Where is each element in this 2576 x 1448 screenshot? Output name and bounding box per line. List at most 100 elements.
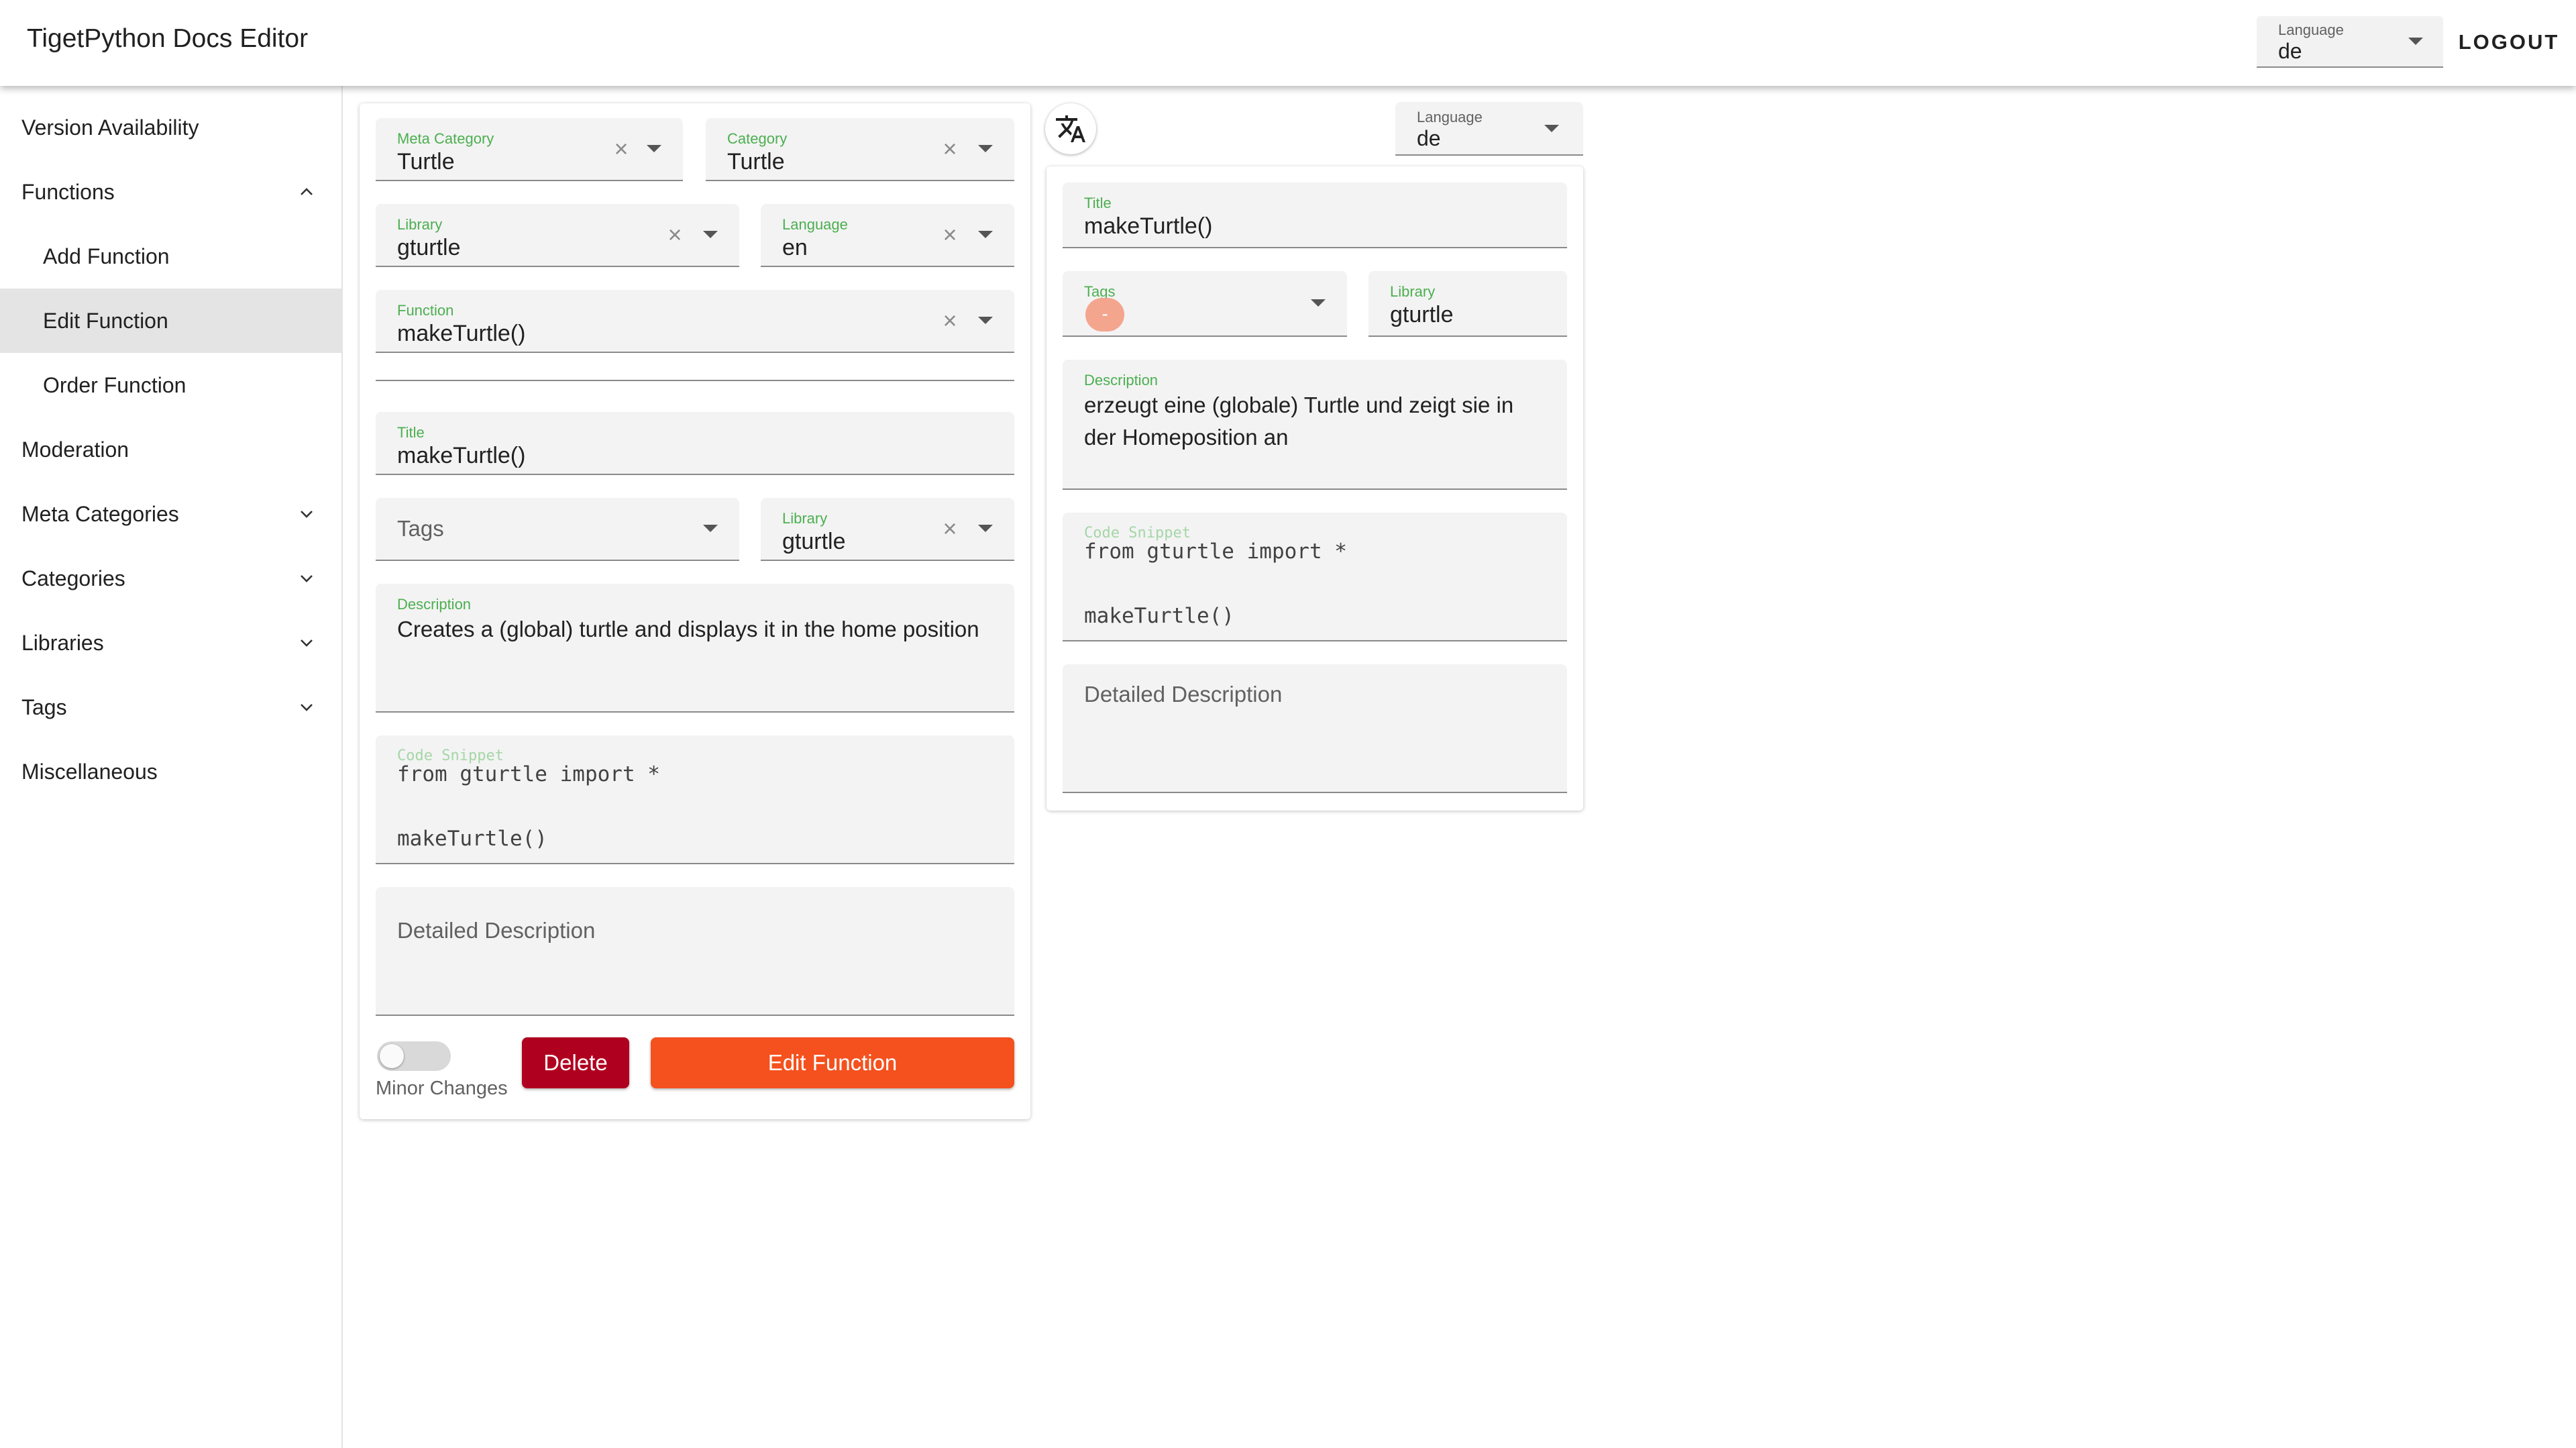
code-line: makeTurtle(): [397, 827, 547, 851]
sidebar: Version Availability Functions Add Funct…: [0, 86, 343, 1448]
header-language-value: de: [2278, 39, 2302, 63]
chevron-down-icon: [301, 704, 313, 711]
app-title: TigetPython Docs Editor: [27, 24, 309, 53]
tag-chip[interactable]: -: [1085, 298, 1124, 331]
tags-select[interactable]: Tags: [376, 498, 739, 561]
dropdown-arrow-icon[interactable]: [1311, 299, 1326, 307]
sidebar-item-label: Tags: [21, 695, 67, 719]
sidebar-item-label: Meta Categories: [21, 502, 179, 526]
field-label: Title: [397, 424, 425, 441]
title-input[interactable]: Title makeTurtle(): [376, 412, 1014, 475]
chevron-down-icon: [301, 639, 313, 647]
field-label: Language: [782, 216, 848, 233]
code-line: from gturtle import *: [397, 762, 660, 786]
header-language-label: Language: [2278, 21, 2344, 38]
translate-button[interactable]: [1045, 103, 1096, 154]
dropdown-arrow-icon[interactable]: [703, 525, 718, 532]
library-select[interactable]: Library gturtle ×: [761, 498, 1014, 561]
sidebar-item-label: Miscellaneous: [21, 760, 158, 784]
field-value: gturtle: [397, 235, 461, 260]
code-snippet-editor[interactable]: Code Snippet from gturtle import * makeT…: [376, 735, 1014, 864]
translation-language-select[interactable]: Language de: [1395, 102, 1583, 156]
field-value: gturtle: [782, 529, 846, 554]
sidebar-item-label: Add Function: [43, 244, 170, 268]
app-bar: TigetPython Docs Editor Language de LOGO…: [0, 0, 2576, 86]
dropdown-arrow-icon[interactable]: [647, 145, 661, 152]
logout-button[interactable]: LOGOUT: [2455, 25, 2563, 59]
toggle-knob[interactable]: [380, 1044, 404, 1068]
clear-icon[interactable]: ×: [938, 309, 962, 333]
clear-icon[interactable]: ×: [938, 517, 962, 541]
field-value: erzeugt eine (globale) Turtle und zeigt …: [1084, 393, 1514, 450]
dropdown-arrow-icon[interactable]: [978, 145, 993, 152]
dropdown-arrow-icon[interactable]: [703, 231, 718, 238]
field-value: makeTurtle(): [397, 321, 526, 346]
code-line: makeTurtle(): [1084, 604, 1234, 628]
detailed-description-textarea[interactable]: Detailed Description: [376, 887, 1014, 1016]
edit-function-button[interactable]: Edit Function: [651, 1037, 1014, 1088]
field-label: Title: [1084, 195, 1112, 211]
translation-title-input[interactable]: Title makeTurtle(): [1063, 183, 1567, 248]
field-label: Meta Category: [397, 130, 494, 147]
field-label: Library: [782, 510, 828, 527]
field-label: Description: [1084, 372, 1159, 389]
field-label: Function: [397, 302, 454, 319]
sidebar-item-label: Moderation: [21, 437, 129, 462]
sidebar-item-miscellaneous[interactable]: Miscellaneous: [0, 739, 341, 804]
sidebar-item-add-function[interactable]: Add Function: [0, 224, 341, 289]
description-textarea[interactable]: Description Creates a (global) turtle an…: [376, 584, 1014, 713]
category-select[interactable]: Category Turtle ×: [706, 118, 1014, 181]
sidebar-item-categories[interactable]: Categories: [0, 546, 341, 611]
translation-detailed-description-textarea[interactable]: Detailed Description: [1063, 664, 1567, 793]
translation-code-snippet-editor[interactable]: Code Snippet from gturtle import * makeT…: [1063, 513, 1567, 641]
field-value: makeTurtle(): [397, 443, 526, 468]
sidebar-item-moderation[interactable]: Moderation: [0, 417, 341, 482]
field-value: Creates a (global) turtle and displays i…: [397, 617, 979, 641]
library-filter-select[interactable]: Library gturtle ×: [376, 204, 739, 267]
sidebar-item-meta-categories[interactable]: Meta Categories: [0, 482, 341, 546]
header-language-select[interactable]: Language de: [2257, 16, 2443, 68]
sidebar-item-label: Edit Function: [43, 309, 168, 333]
sidebar-item-order-function[interactable]: Order Function: [0, 353, 341, 417]
translate-icon: [1056, 115, 1085, 142]
dropdown-arrow-icon[interactable]: [978, 317, 993, 324]
dropdown-arrow-icon[interactable]: [1544, 125, 1559, 132]
field-label: Description: [397, 596, 472, 613]
field-label: Library: [1390, 283, 1436, 300]
sidebar-item-functions[interactable]: Functions: [0, 160, 341, 224]
field-value: gturtle: [1390, 302, 1454, 327]
sidebar-item-label: Functions: [21, 180, 115, 204]
clear-icon[interactable]: ×: [609, 137, 633, 161]
clear-icon[interactable]: ×: [663, 223, 687, 247]
field-value: Turtle: [727, 149, 785, 174]
clear-icon[interactable]: ×: [938, 137, 962, 161]
field-placeholder: Tags: [397, 516, 444, 541]
minor-changes-label: Minor Changes: [376, 1078, 508, 1099]
chevron-down-icon: [301, 575, 313, 582]
divider: [376, 380, 1014, 381]
sidebar-item-label: Categories: [21, 566, 125, 590]
sidebar-item-label: Order Function: [43, 373, 186, 397]
sidebar-item-label: Libraries: [21, 631, 104, 655]
field-value: makeTurtle(): [1084, 213, 1213, 239]
field-value: de: [1417, 126, 1441, 150]
dropdown-arrow-icon[interactable]: [978, 231, 993, 238]
field-value: en: [782, 235, 808, 260]
dropdown-arrow-icon[interactable]: [978, 525, 993, 532]
field-placeholder: Detailed Description: [397, 918, 596, 943]
language-select[interactable]: Language en ×: [761, 204, 1014, 267]
function-select[interactable]: Function makeTurtle() ×: [376, 290, 1014, 353]
sidebar-item-tags[interactable]: Tags: [0, 675, 341, 739]
clear-icon[interactable]: ×: [938, 223, 962, 247]
meta-category-select[interactable]: Meta Category Turtle ×: [376, 118, 683, 181]
dropdown-arrow-icon: [2408, 38, 2423, 45]
field-label: Language: [1417, 109, 1483, 125]
chevron-up-icon: [301, 188, 313, 195]
sidebar-item-edit-function[interactable]: Edit Function: [0, 289, 341, 353]
sidebar-item-version-availability[interactable]: Version Availability: [0, 95, 341, 160]
field-label: Category: [727, 130, 788, 147]
translation-description-textarea[interactable]: Description erzeugt eine (globale) Turtl…: [1063, 360, 1567, 490]
translation-library-input[interactable]: Library gturtle: [1368, 271, 1567, 337]
delete-button[interactable]: Delete: [522, 1037, 629, 1088]
sidebar-item-libraries[interactable]: Libraries: [0, 611, 341, 675]
